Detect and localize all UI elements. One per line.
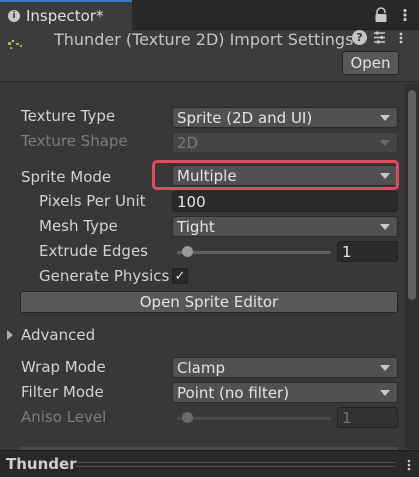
checkmark-icon: ✓	[174, 268, 186, 284]
lock-icon[interactable]	[374, 7, 388, 23]
dropdown-arrow-icon	[380, 224, 390, 230]
extrude-edges-slider-thumb[interactable]	[181, 246, 193, 257]
preset-icon[interactable]	[372, 30, 387, 45]
texture-shape-dropdown: 2D	[172, 132, 398, 153]
aniso-level-slider-thumb	[181, 412, 193, 423]
mesh-type-dropdown[interactable]: Tight	[172, 216, 398, 237]
tab-inspector[interactable]: i Inspector*	[0, 0, 132, 30]
open-button[interactable]: Open	[342, 51, 399, 75]
advanced-foldout[interactable]: Advanced	[21, 326, 95, 344]
extrude-edges-label: Extrude Edges	[39, 242, 148, 260]
dropdown-arrow-icon	[380, 115, 390, 121]
inspector-header-title: Thunder (Texture 2D) Import Settings	[54, 30, 354, 49]
open-sprite-editor-button[interactable]: Open Sprite Editor	[20, 291, 398, 313]
generate-physics-checkbox[interactable]: ✓	[172, 268, 188, 284]
filter-mode-label: Filter Mode	[21, 383, 104, 401]
mesh-type-value: Tight	[177, 217, 215, 236]
aniso-level-label: Aniso Level	[21, 408, 107, 426]
wrap-mode-value: Clamp	[177, 358, 225, 377]
mesh-type-label: Mesh Type	[39, 217, 118, 235]
inspector-header: Thunder (Texture 2D) Import Settings ? O…	[0, 30, 419, 82]
aniso-level-slider-track	[177, 417, 331, 420]
filter-mode-value: Point (no filter)	[177, 383, 290, 402]
menu-icon[interactable]	[398, 8, 412, 22]
dropdown-arrow-icon	[380, 390, 390, 396]
sprite-mode-value: Multiple	[177, 166, 237, 185]
texture-thumbnail-icon	[8, 40, 22, 49]
preview-menu-icon[interactable]	[404, 459, 414, 471]
texture-type-value: Sprite (2D and UI)	[177, 108, 313, 127]
sprite-mode-label: Sprite Mode	[21, 168, 112, 186]
info-icon: i	[8, 10, 20, 22]
extrude-edges-slider-track[interactable]	[177, 251, 331, 254]
texture-type-dropdown[interactable]: Sprite (2D and UI)	[172, 107, 398, 128]
texture-type-label: Texture Type	[21, 107, 116, 125]
tab-inspector-label: Inspector*	[26, 7, 104, 25]
scrollbar-thumb[interactable]	[408, 90, 416, 300]
aniso-level-field: 1	[337, 407, 398, 428]
wrap-mode-label: Wrap Mode	[21, 358, 106, 376]
pixels-per-unit-field[interactable]: 100	[172, 191, 398, 212]
dropdown-arrow-icon	[380, 140, 390, 146]
extrude-edges-field[interactable]: 1	[337, 241, 398, 262]
tab-bar: i Inspector*	[0, 0, 419, 30]
wrap-mode-dropdown[interactable]: Clamp	[172, 357, 398, 378]
resize-grip[interactable]	[76, 462, 396, 467]
texture-shape-label: Texture Shape	[21, 132, 128, 150]
generate-physics-label: Generate Physics	[39, 267, 170, 285]
help-icon[interactable]: ?	[352, 30, 367, 45]
dropdown-arrow-icon	[380, 173, 390, 179]
preview-footer[interactable]: Thunder	[0, 450, 419, 477]
pixels-per-unit-label: Pixels Per Unit	[39, 192, 146, 210]
sprite-mode-dropdown[interactable]: Multiple	[172, 165, 398, 186]
preview-title: Thunder	[6, 455, 77, 473]
dropdown-arrow-icon	[380, 365, 390, 371]
foldout-arrow-icon[interactable]	[7, 330, 13, 340]
header-menu-icon[interactable]	[395, 32, 407, 44]
filter-mode-dropdown[interactable]: Point (no filter)	[172, 382, 398, 403]
texture-shape-value: 2D	[177, 133, 199, 152]
